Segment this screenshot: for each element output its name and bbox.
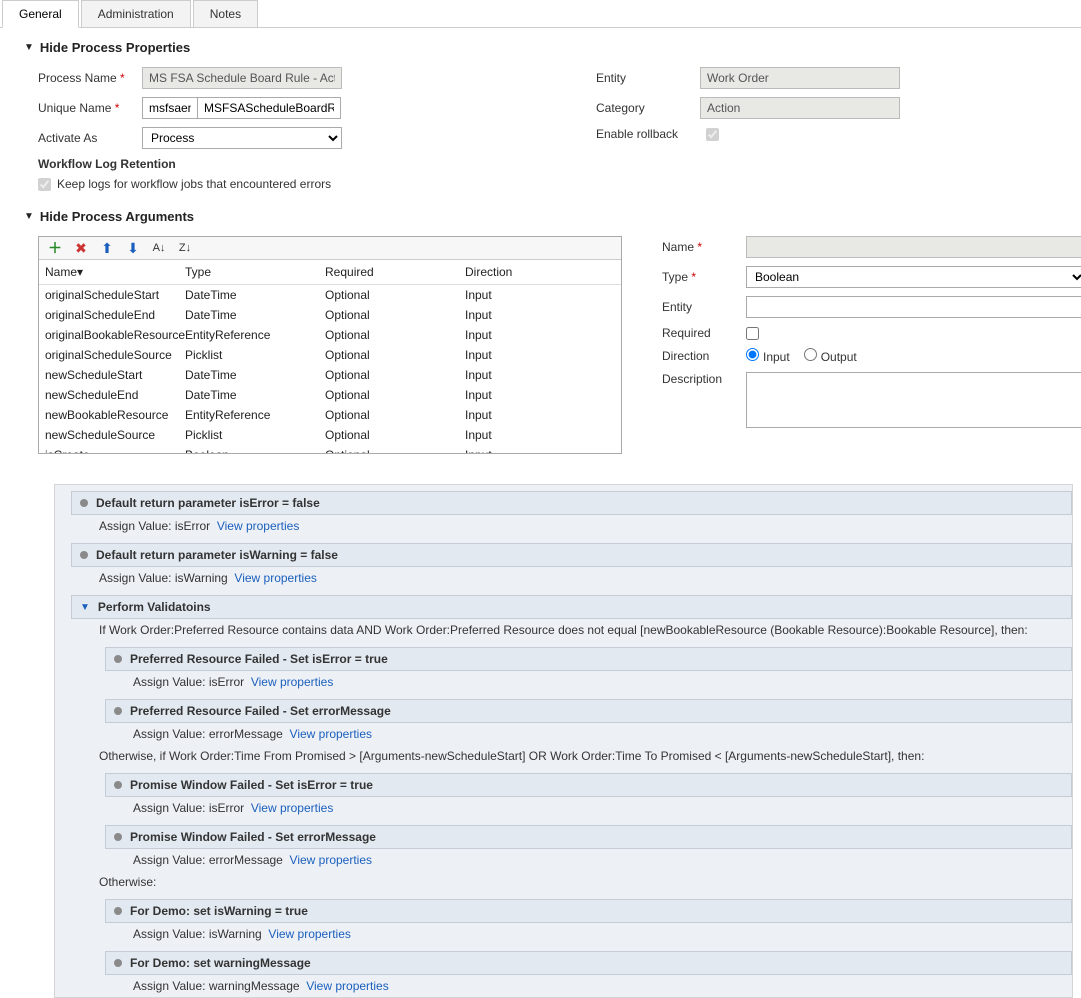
sort-desc-icon[interactable]: Z↓ <box>177 240 193 256</box>
table-row[interactable]: newScheduleStartDateTimeOptionalInput <box>39 365 621 385</box>
step-title[interactable]: Preferred Resource Failed - Set errorMes… <box>105 699 1072 723</box>
direction-input-option[interactable]: Input <box>746 348 790 364</box>
col-name[interactable]: Name▾ <box>45 265 185 279</box>
move-down-icon[interactable]: ⬇ <box>125 240 141 256</box>
table-row[interactable]: newBookableResourceEntityReferenceOption… <box>39 405 621 425</box>
col-type[interactable]: Type <box>185 265 325 279</box>
tab-bar: General Administration Notes <box>0 0 1081 28</box>
bullet-icon <box>114 707 122 715</box>
arg-description-input[interactable] <box>746 372 1081 428</box>
toggle-process-properties[interactable]: ▼ Hide Process Properties <box>24 40 1073 55</box>
sort-asc-icon[interactable]: A↓ <box>151 240 167 256</box>
arg-type-select[interactable]: Boolean <box>746 266 1081 288</box>
chevron-down-icon: ▼ <box>80 602 90 613</box>
view-properties-link[interactable]: View properties <box>290 853 373 867</box>
toggle-process-arguments[interactable]: ▼ Hide Process Arguments <box>24 209 1073 224</box>
view-properties-link[interactable]: View properties <box>306 979 389 993</box>
entity-label: Entity <box>596 71 700 85</box>
condition-text: Otherwise: <box>71 871 1072 893</box>
arg-entity-input[interactable] <box>746 296 1081 318</box>
arguments-grid-body[interactable]: originalScheduleStartDateTimeOptionalInp… <box>39 285 621 453</box>
bullet-icon <box>114 655 122 663</box>
arg-type-label: Type * <box>662 270 746 284</box>
entity-input[interactable] <box>700 67 900 89</box>
unique-name-input[interactable] <box>198 97 341 119</box>
keep-logs-checkbox[interactable] <box>38 178 51 191</box>
view-properties-link[interactable]: View properties <box>290 727 373 741</box>
view-properties-link[interactable]: View properties <box>251 675 334 689</box>
direction-output-option[interactable]: Output <box>804 348 857 364</box>
condition-text: Otherwise, if Work Order:Time From Promi… <box>71 745 1072 767</box>
view-properties-link[interactable]: View properties <box>234 571 317 585</box>
arguments-toolbar: ＋ ✖ ⬆ ⬇ A↓ Z↓ <box>39 237 621 260</box>
chevron-down-icon: ▼ <box>24 211 34 222</box>
step-title[interactable]: For Demo: set isWarning = true <box>105 899 1072 923</box>
condition-text: If Work Order:Preferred Resource contain… <box>71 619 1072 641</box>
table-row[interactable]: newScheduleSourcePicklistOptionalInput <box>39 425 621 445</box>
arg-name-label: Name * <box>662 240 746 254</box>
table-row[interactable]: originalScheduleEndDateTimeOptionalInput <box>39 305 621 325</box>
arg-entity-label: Entity <box>662 300 746 314</box>
step-title[interactable]: ▼Perform Validatoins <box>71 595 1072 619</box>
arg-required-label: Required <box>662 326 746 340</box>
category-input[interactable] <box>700 97 900 119</box>
process-name-label: Process Name * <box>38 71 142 85</box>
workflow-log-retention-label: Workflow Log Retention <box>24 157 342 171</box>
view-properties-link[interactable]: View properties <box>251 801 334 815</box>
view-properties-link[interactable]: View properties <box>268 927 351 941</box>
chevron-down-icon: ▼ <box>24 42 34 53</box>
arg-direction-label: Direction <box>662 349 746 363</box>
step-title[interactable]: Default return parameter isError = false <box>71 491 1072 515</box>
bullet-icon <box>114 833 122 841</box>
move-up-icon[interactable]: ⬆ <box>99 240 115 256</box>
bullet-icon <box>114 781 122 789</box>
table-row[interactable]: isCreateBooleanOptionalInput <box>39 445 621 453</box>
step-title[interactable]: Promise Window Failed - Set errorMessage <box>105 825 1072 849</box>
bullet-icon <box>114 959 122 967</box>
workflow-steps: Default return parameter isError = false… <box>54 484 1073 998</box>
category-label: Category <box>596 101 700 115</box>
table-row[interactable]: originalScheduleSourcePicklistOptionalIn… <box>39 345 621 365</box>
unique-name-prefix-input[interactable] <box>142 97 198 119</box>
table-row[interactable]: originalScheduleStartDateTimeOptionalInp… <box>39 285 621 305</box>
table-row[interactable]: newScheduleEndDateTimeOptionalInput <box>39 385 621 405</box>
view-properties-link[interactable]: View properties <box>217 519 300 533</box>
arg-required-checkbox[interactable] <box>746 327 759 340</box>
process-name-input[interactable] <box>142 67 342 89</box>
enable-rollback-label: Enable rollback <box>596 127 700 141</box>
unique-name-label: Unique Name * <box>38 101 142 115</box>
step-title[interactable]: For Demo: set warningMessage <box>105 951 1072 975</box>
arguments-grid: ＋ ✖ ⬆ ⬇ A↓ Z↓ Name▾ Type Required Direct… <box>38 236 622 454</box>
add-icon[interactable]: ＋ <box>47 240 63 256</box>
activate-as-label: Activate As <box>38 131 142 145</box>
tab-administration[interactable]: Administration <box>81 0 191 27</box>
step-title[interactable]: Default return parameter isWarning = fal… <box>71 543 1072 567</box>
tab-notes[interactable]: Notes <box>193 0 258 27</box>
arg-description-label: Description <box>662 372 746 386</box>
col-direction[interactable]: Direction <box>465 265 595 279</box>
tab-general[interactable]: General <box>2 0 79 28</box>
activate-as-select[interactable]: Process <box>142 127 342 149</box>
keep-logs-label: Keep logs for workflow jobs that encount… <box>57 177 331 191</box>
step-title[interactable]: Preferred Resource Failed - Set isError … <box>105 647 1072 671</box>
delete-icon[interactable]: ✖ <box>73 240 89 256</box>
enable-rollback-checkbox[interactable] <box>706 128 719 141</box>
table-row[interactable]: originalBookableResourceEntityReferenceO… <box>39 325 621 345</box>
arg-name-input[interactable] <box>746 236 1081 258</box>
bullet-icon <box>80 499 88 507</box>
col-required[interactable]: Required <box>325 265 465 279</box>
step-title[interactable]: Promise Window Failed - Set isError = tr… <box>105 773 1072 797</box>
bullet-icon <box>80 551 88 559</box>
bullet-icon <box>114 907 122 915</box>
